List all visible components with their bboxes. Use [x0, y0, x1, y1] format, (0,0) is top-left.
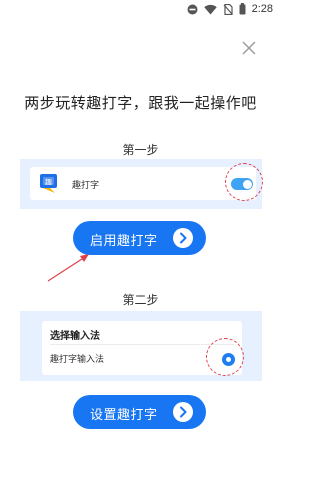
- app-icon: 趣: [40, 174, 57, 193]
- keyboard-app-card[interactable]: 趣 趣打字: [30, 167, 256, 200]
- close-icon: [242, 41, 256, 55]
- set-keyboard-label: 设置趣打字: [90, 408, 158, 423]
- chevron-right-icon: [173, 228, 193, 248]
- do-not-disturb-icon: [187, 4, 198, 14]
- page-title: 两步玩转趣打字，跟我一起操作吧: [24, 94, 257, 112]
- chevron-right-icon: [173, 402, 193, 422]
- input-method-option-label: 趣打字输入法: [50, 355, 105, 365]
- pointer-arrow-icon: [47, 254, 89, 282]
- svg-text:趣: 趣: [45, 178, 52, 187]
- no-sim-icon: [223, 3, 233, 15]
- close-button[interactable]: [239, 38, 259, 58]
- set-keyboard-button[interactable]: 设置趣打字: [73, 395, 206, 429]
- battery-icon: [239, 3, 246, 15]
- status-icons: 2:28: [187, 3, 273, 15]
- status-time: 2:28: [251, 3, 273, 15]
- step2-label: 第二步: [122, 293, 159, 307]
- toggle-highlight-circle: [225, 163, 263, 201]
- status-bar: 2:28: [0, 0, 281, 22]
- app-name-label: 趣打字: [72, 181, 100, 191]
- radio-highlight-circle: [206, 338, 244, 376]
- wifi-icon: [203, 4, 217, 14]
- enable-keyboard-label: 启用趣打字: [90, 234, 158, 249]
- input-method-title: 选择输入法: [50, 331, 100, 342]
- step1-label: 第一步: [122, 143, 159, 157]
